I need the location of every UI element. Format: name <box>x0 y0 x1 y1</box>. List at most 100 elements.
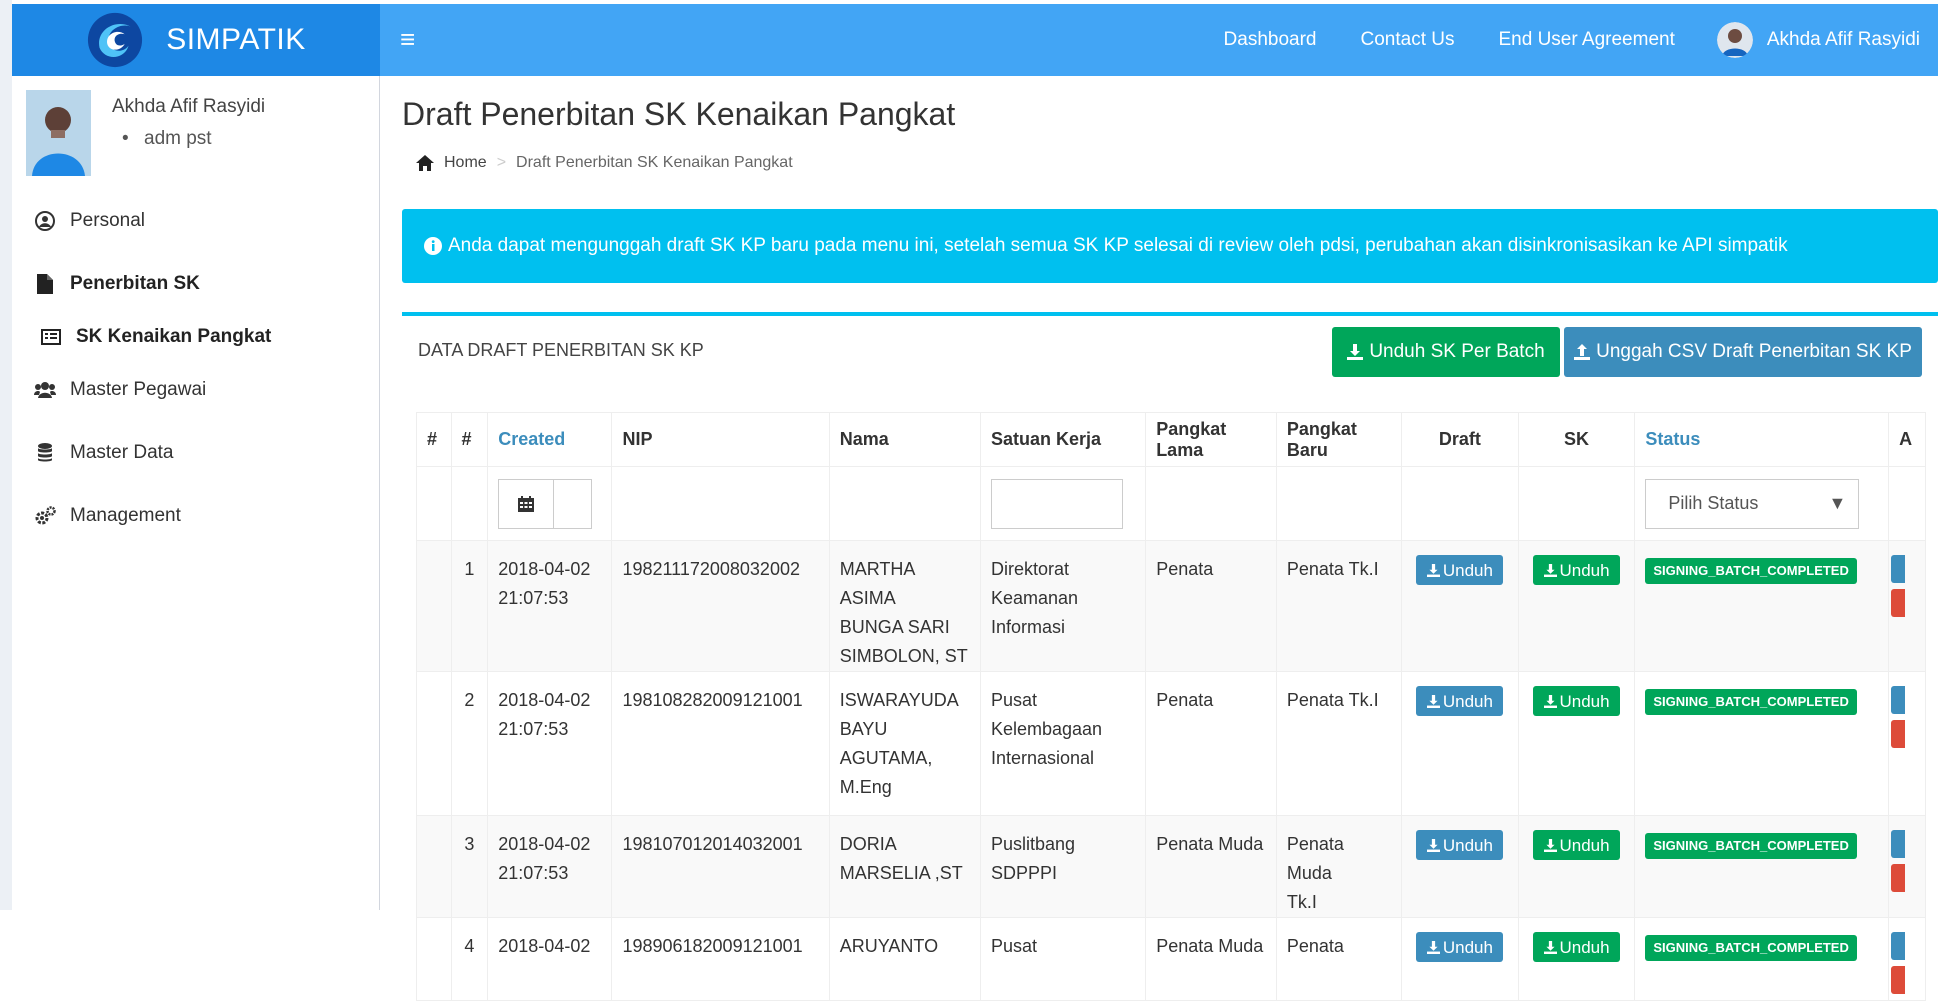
button-label: Unduh <box>1442 560 1493 580</box>
cell-line: MARSELIA ,ST <box>839 863 963 883</box>
sidebar-toggle-icon[interactable]: ≡ <box>400 26 415 52</box>
button-label: Unduh <box>1559 560 1610 580</box>
cell-checkbox <box>416 815 452 918</box>
status-badge: SIGNING_BATCH_COMPLETED <box>1645 689 1857 715</box>
info-alert: Anda dapat mengunggah draft SK KP baru p… <box>402 209 1938 283</box>
sidebar-item-master-pegawai[interactable]: Master Pegawai <box>34 379 206 401</box>
cell-line: SDPPPI <box>990 863 1057 883</box>
cell-line: SIMBOLON, ST <box>839 646 968 666</box>
edit-action-button[interactable] <box>1891 830 1906 858</box>
delete-action-button[interactable] <box>1891 720 1906 748</box>
download-draft-button[interactable]: Unduh <box>1416 686 1504 716</box>
cell-line: Puslitbang <box>990 834 1076 854</box>
date-filter[interactable] <box>498 478 593 529</box>
edit-action-button[interactable] <box>1891 555 1906 583</box>
cell-line: Penata Tk.I <box>1286 690 1379 710</box>
sidebar-item-personal[interactable]: Personal <box>34 210 145 232</box>
cell-number: 2 <box>450 671 489 816</box>
download-sk-button[interactable]: Unduh <box>1533 932 1621 962</box>
file-icon <box>34 274 56 294</box>
cell-number: 4 <box>450 917 489 1001</box>
cell-number: 1 <box>450 540 489 672</box>
cell-satuan-kerja: Pusat Kelembagaan Internasional <box>979 671 1147 816</box>
delete-action-button[interactable] <box>1891 864 1906 892</box>
button-label: Unduh <box>1442 691 1493 711</box>
draft-table: # # Created NIP Nama Satuan Kerja Pangka… <box>416 412 1926 1001</box>
nav-contact-link[interactable]: Contact Us <box>1361 29 1455 51</box>
download-sk-button[interactable]: Unduh <box>1533 830 1621 860</box>
cell-line: Penata Muda <box>1286 834 1344 883</box>
list-alt-icon <box>40 329 62 345</box>
sidebar-item-penerbitan-sk[interactable]: Penerbitan SK <box>34 273 200 295</box>
col-header-satuan-kerja: Satuan Kerja <box>979 412 1147 467</box>
download-sk-button[interactable]: Unduh <box>1533 686 1621 716</box>
cell-line: BAYU <box>839 719 888 739</box>
user-menu-name: Akhda Afif Rasyidi <box>1766 29 1920 50</box>
download-draft-button[interactable]: Unduh <box>1416 830 1504 860</box>
sidebar-item-management[interactable]: Management <box>34 505 181 527</box>
caret-down-icon: ▼ <box>1828 493 1847 513</box>
delete-action-button[interactable] <box>1891 966 1906 994</box>
data-box: DATA DRAFT PENERBITAN SK KP Unduh SK Per… <box>402 312 1938 1001</box>
cell-sk: Unduh <box>1517 917 1636 1001</box>
cell-nama: DORIA MARSELIA ,ST <box>828 815 981 918</box>
date-filter-input[interactable] <box>554 480 591 528</box>
breadcrumb: Home > Draft Penerbitan SK Kenaikan Pang… <box>416 154 793 172</box>
cell-nama: ISWARAYUDA BAYU AGUTAMA, M.Eng <box>828 671 981 816</box>
edit-action-button[interactable] <box>1891 686 1906 714</box>
download-batch-button[interactable]: Unduh SK Per Batch <box>1332 327 1560 377</box>
download-icon <box>1543 563 1557 577</box>
col-header-status[interactable]: Status <box>1634 412 1890 467</box>
nav-dashboard-link[interactable]: Dashboard <box>1224 29 1317 51</box>
cell-actions <box>1888 917 1926 1001</box>
delete-action-button[interactable] <box>1891 589 1906 617</box>
sidebar: Akhda Afif Rasyidi adm pst Personal Pene… <box>12 76 380 910</box>
cell-nama: MARTHA ASIMA BUNGA SARI SIMBOLON, ST <box>828 540 981 672</box>
edit-action-button[interactable] <box>1891 932 1906 960</box>
user-avatar <box>1716 22 1753 58</box>
cell-status: SIGNING_BATCH_COMPLETED <box>1634 540 1890 672</box>
sidebar-item-label: Penerbitan SK <box>70 273 200 294</box>
table-row: 1 2018-04-02 21:07:53 198211172008032002 MAR… <box>416 540 1926 672</box>
sidebar-item-label: Master Pegawai <box>70 379 207 400</box>
cell-pangkat-baru: Penata Tk.I <box>1275 540 1403 672</box>
download-icon <box>1426 563 1440 577</box>
cell-checkbox <box>416 540 452 672</box>
download-icon <box>1426 838 1440 852</box>
profile-role: adm pst <box>122 128 211 150</box>
table-header-row: # # Created NIP Nama Satuan Kerja Pangka… <box>416 412 1926 467</box>
cell-line: Internasional <box>990 748 1095 768</box>
col-header-actions: A <box>1888 412 1926 467</box>
top-nav-links: Dashboard Contact Us End User Agreement … <box>1180 4 1920 76</box>
satuan-kerja-filter-input[interactable] <box>990 478 1123 529</box>
upload-icon <box>1574 344 1591 360</box>
cell-sk: Unduh <box>1517 671 1636 816</box>
user-menu[interactable]: Akhda Afif Rasyidi <box>1716 22 1920 58</box>
breadcrumb-home[interactable]: Home <box>444 154 487 172</box>
sidebar-item-master-data[interactable]: Master Data <box>34 442 173 464</box>
nav-agreement-link[interactable]: End User Agreement <box>1498 29 1674 51</box>
app-logo[interactable]: SIMPATIK <box>12 4 380 76</box>
cell-line: Informasi <box>990 617 1065 637</box>
status-filter-select[interactable]: Pilih Status ▼ <box>1645 478 1860 529</box>
cell-nip: 198107012014032001 <box>611 815 830 918</box>
download-draft-button[interactable]: Unduh <box>1416 555 1504 585</box>
cell-line: AGUTAMA, <box>839 748 933 768</box>
upload-csv-label: Unggah CSV Draft Penerbitan SK KP <box>1596 341 1912 362</box>
created-time: 21:07:53 <box>498 863 569 883</box>
box-title: DATA DRAFT PENERBITAN SK KP <box>418 340 704 360</box>
upload-csv-button[interactable]: Unggah CSV Draft Penerbitan SK KP <box>1564 327 1922 377</box>
sidebar-item-sk-kenaikan-pangkat[interactable]: SK Kenaikan Pangkat <box>40 326 271 348</box>
cell-line: Penata Tk.I <box>1286 559 1379 579</box>
cell-nip: 198906182009121001 <box>611 917 830 1001</box>
cell-line: Keamanan <box>990 588 1079 608</box>
calendar-icon[interactable] <box>499 479 555 528</box>
col-header-created[interactable]: Created <box>487 412 613 467</box>
cell-satuan-kerja: Direktorat Keamanan Informasi <box>979 540 1147 672</box>
cell-pangkat-lama: Penata Muda <box>1145 815 1277 918</box>
download-draft-button[interactable]: Unduh <box>1416 932 1504 962</box>
cell-line: DORIA <box>839 834 897 854</box>
download-icon <box>1543 838 1557 852</box>
cell-status: SIGNING_BATCH_COMPLETED <box>1634 917 1890 1001</box>
download-sk-button[interactable]: Unduh <box>1533 555 1621 585</box>
